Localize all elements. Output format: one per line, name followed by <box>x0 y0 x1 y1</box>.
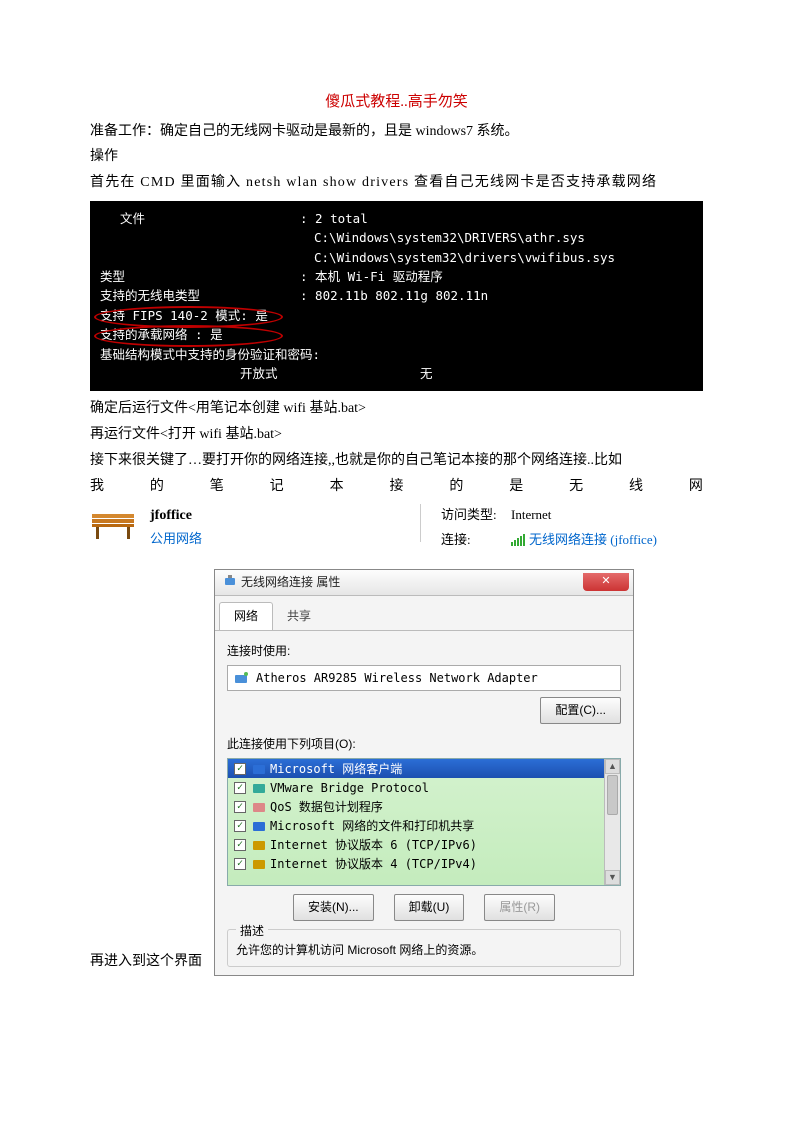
items-label: 此连接使用下列项目(O): <box>227 734 621 754</box>
uninstall-button[interactable]: 卸载(U) <box>394 894 465 920</box>
list-item[interactable]: ✓ Internet 协议版本 4 (TCP/IPv4) <box>228 854 620 873</box>
network-name: jfoffice <box>150 504 400 528</box>
enter-ui-text: 再进入到这个界面 <box>90 950 202 974</box>
connection-label: 连接: <box>441 529 511 551</box>
step-bat1: 确定后运行文件<用笔记本创建 wifi 基站.bat> <box>90 397 703 421</box>
checkbox[interactable]: ✓ <box>234 820 246 832</box>
item-label: Microsoft 网络客户端 <box>270 759 402 779</box>
connect-using-label: 连接时使用: <box>227 641 621 661</box>
properties-button[interactable]: 属性(R) <box>484 894 555 920</box>
network-status-block: jfoffice 公用网络 访问类型: Internet 连接: 无线网络连接 … <box>90 504 703 552</box>
description-text: 允许您的计算机访问 Microsoft 网络上的资源。 <box>236 940 612 960</box>
adapter-small-icon <box>223 574 237 588</box>
configure-button[interactable]: 配置(C)... <box>540 697 621 723</box>
dialog-title: 无线网络连接 属性 <box>223 572 340 592</box>
tabs: 网络 共享 <box>215 596 633 631</box>
item-icon <box>252 781 266 795</box>
item-icon <box>252 838 266 852</box>
install-button[interactable]: 安装(N)... <box>293 894 374 920</box>
items-listbox[interactable]: ✓Microsoft 网络客户端✓VMware Bridge Protocol✓… <box>227 758 621 886</box>
network-type-link[interactable]: 公用网络 <box>150 528 400 550</box>
justified-line: 我的笔记本接的是无线网 <box>90 475 703 499</box>
properties-dialog: 无线网络连接 属性 ✕ 网络 共享 连接时使用: Atheros AR9285 … <box>214 569 634 976</box>
bench-icon <box>90 506 136 542</box>
close-button[interactable]: ✕ <box>583 573 629 591</box>
item-icon <box>252 800 266 814</box>
title: 傻瓜式教程..高手勿笑 <box>90 90 703 116</box>
tab-network[interactable]: 网络 <box>219 602 273 630</box>
description-label: 描述 <box>236 921 268 941</box>
item-icon <box>252 762 266 776</box>
item-label: Internet 协议版本 4 (TCP/IPv4) <box>270 854 477 874</box>
list-item[interactable]: ✓ VMware Bridge Protocol <box>228 778 620 797</box>
op-heading: 操作 <box>90 145 703 169</box>
checkbox[interactable]: ✓ <box>234 782 246 794</box>
scroll-down-icon[interactable]: ▼ <box>605 870 620 885</box>
prep-text: 准备工作：确定自己的无线网卡驱动是最新的，且是 windows7 系统。 <box>90 120 703 144</box>
tab-sharing[interactable]: 共享 <box>272 602 326 630</box>
scroll-up-icon[interactable]: ▲ <box>605 759 620 774</box>
list-item[interactable]: ✓ Internet 协议版本 6 (TCP/IPv6) <box>228 835 620 854</box>
checkbox[interactable]: ✓ <box>234 839 246 851</box>
access-type-label: 访问类型: <box>441 504 511 526</box>
signal-icon <box>511 534 525 546</box>
item-label: QoS 数据包计划程序 <box>270 797 383 817</box>
access-type-value: Internet <box>511 504 551 526</box>
checkbox[interactable]: ✓ <box>234 801 246 813</box>
list-item[interactable]: ✓ Microsoft 网络的文件和打印机共享 <box>228 816 620 835</box>
list-item[interactable]: ✓ QoS 数据包计划程序 <box>228 797 620 816</box>
item-icon <box>252 819 266 833</box>
cmd-instruction: 首先在 CMD 里面输入 netsh wlan show drivers 查看自… <box>90 171 703 195</box>
scrollbar[interactable]: ▲ ▼ <box>604 759 620 885</box>
item-label: VMware Bridge Protocol <box>270 778 429 798</box>
list-item[interactable]: ✓ Microsoft 网络客户端 <box>228 759 620 778</box>
step-bat2: 再运行文件<打开 wifi 基站.bat> <box>90 423 703 447</box>
item-label: Microsoft 网络的文件和打印机共享 <box>270 816 474 836</box>
description-group: 描述 允许您的计算机访问 Microsoft 网络上的资源。 <box>227 929 621 967</box>
item-icon <box>252 857 266 871</box>
item-label: Internet 协议版本 6 (TCP/IPv6) <box>270 835 477 855</box>
checkbox[interactable]: ✓ <box>234 858 246 870</box>
checkbox[interactable]: ✓ <box>234 763 246 775</box>
adapter-field[interactable]: Atheros AR9285 Wireless Network Adapter <box>227 665 621 691</box>
adapter-icon <box>234 670 250 686</box>
cmd-output: 文件: 2 total C:\Windows\system32\DRIVERS\… <box>90 201 703 391</box>
connection-link[interactable]: 无线网络连接 (jfoffice) <box>511 529 657 551</box>
scroll-thumb[interactable] <box>607 775 618 815</box>
key-step: 接下来很关键了…要打开你的网络连接,,也就是你的自己笔记本接的那个网络连接..比… <box>90 449 703 473</box>
separator <box>420 504 421 542</box>
